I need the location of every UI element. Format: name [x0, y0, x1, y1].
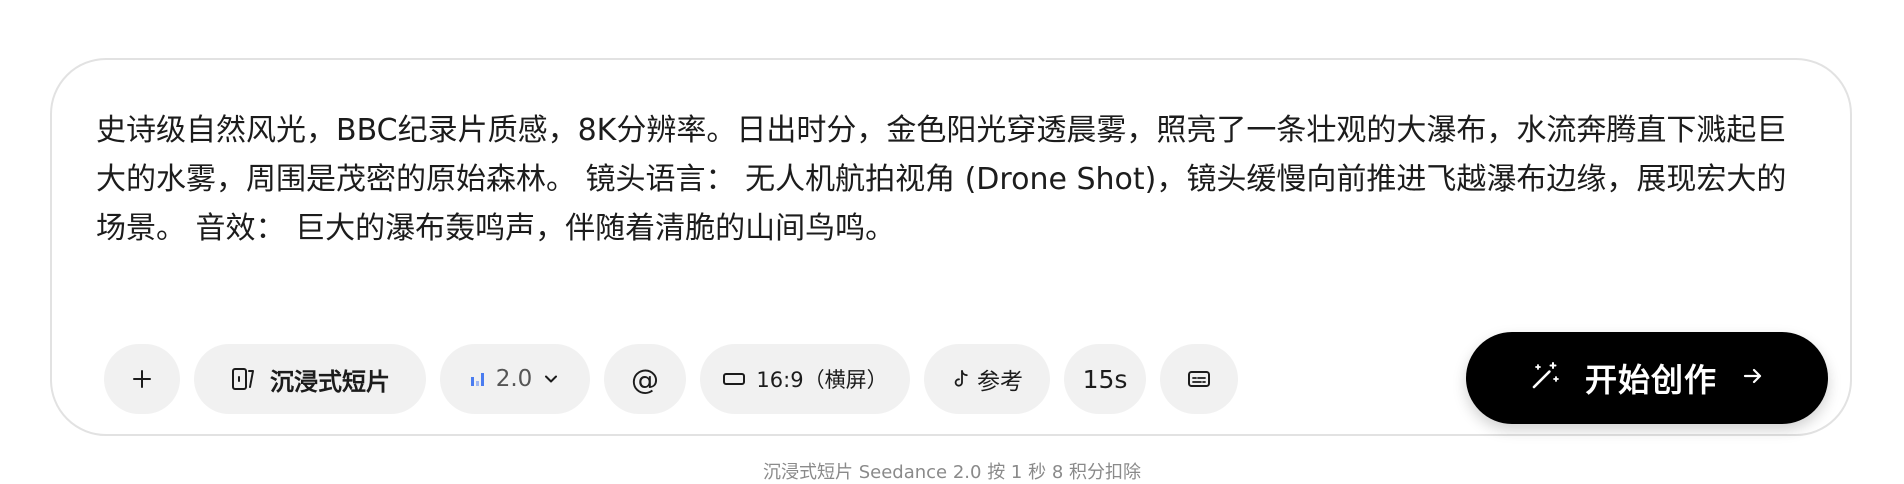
- plus-icon: [131, 368, 153, 390]
- mode-label: 沉浸式短片: [270, 367, 390, 396]
- aspect-ratio-selector[interactable]: 16:9（横屏）: [700, 344, 910, 414]
- model-selector[interactable]: 2.0: [440, 344, 590, 414]
- mention-button[interactable]: @: [604, 344, 686, 414]
- start-create-button[interactable]: 开始创作: [1466, 332, 1828, 424]
- immersive-video-icon: [230, 366, 256, 392]
- subtitles-icon: [1187, 369, 1211, 389]
- arrow-right-icon: [1741, 364, 1765, 392]
- bar-chart-icon: [470, 371, 486, 387]
- add-button[interactable]: [104, 344, 180, 414]
- landscape-rect-icon: [722, 371, 746, 387]
- magic-wand-icon: [1529, 360, 1561, 396]
- prompt-input[interactable]: 史诗级自然风光，BBC纪录片质感，8K分辨率。日出时分，金色阳光穿透晨雾，照亮了…: [96, 106, 1816, 253]
- mention-label: @: [631, 362, 659, 396]
- subtitles-button[interactable]: [1160, 344, 1238, 414]
- toolbar: 沉浸式短片 2.0 @ 16:9（横屏） 参考 15s: [104, 342, 1252, 416]
- reference-label: 参考: [977, 369, 1023, 395]
- chevron-down-icon: [542, 370, 560, 388]
- reference-button[interactable]: 参考: [924, 344, 1050, 414]
- aspect-ratio-label: 16:9（横屏）: [756, 368, 888, 392]
- duration-selector[interactable]: 15s: [1064, 344, 1146, 414]
- model-version: 2.0: [495, 366, 533, 392]
- tiktok-icon: [951, 369, 971, 389]
- duration-label: 15s: [1082, 364, 1128, 394]
- start-create-label: 开始创作: [1584, 361, 1717, 399]
- mode-selector[interactable]: 沉浸式短片: [194, 344, 426, 414]
- credit-footnote: 沉浸式短片 Seedance 2.0 按 1 秒 8 积分扣除: [763, 462, 1141, 483]
